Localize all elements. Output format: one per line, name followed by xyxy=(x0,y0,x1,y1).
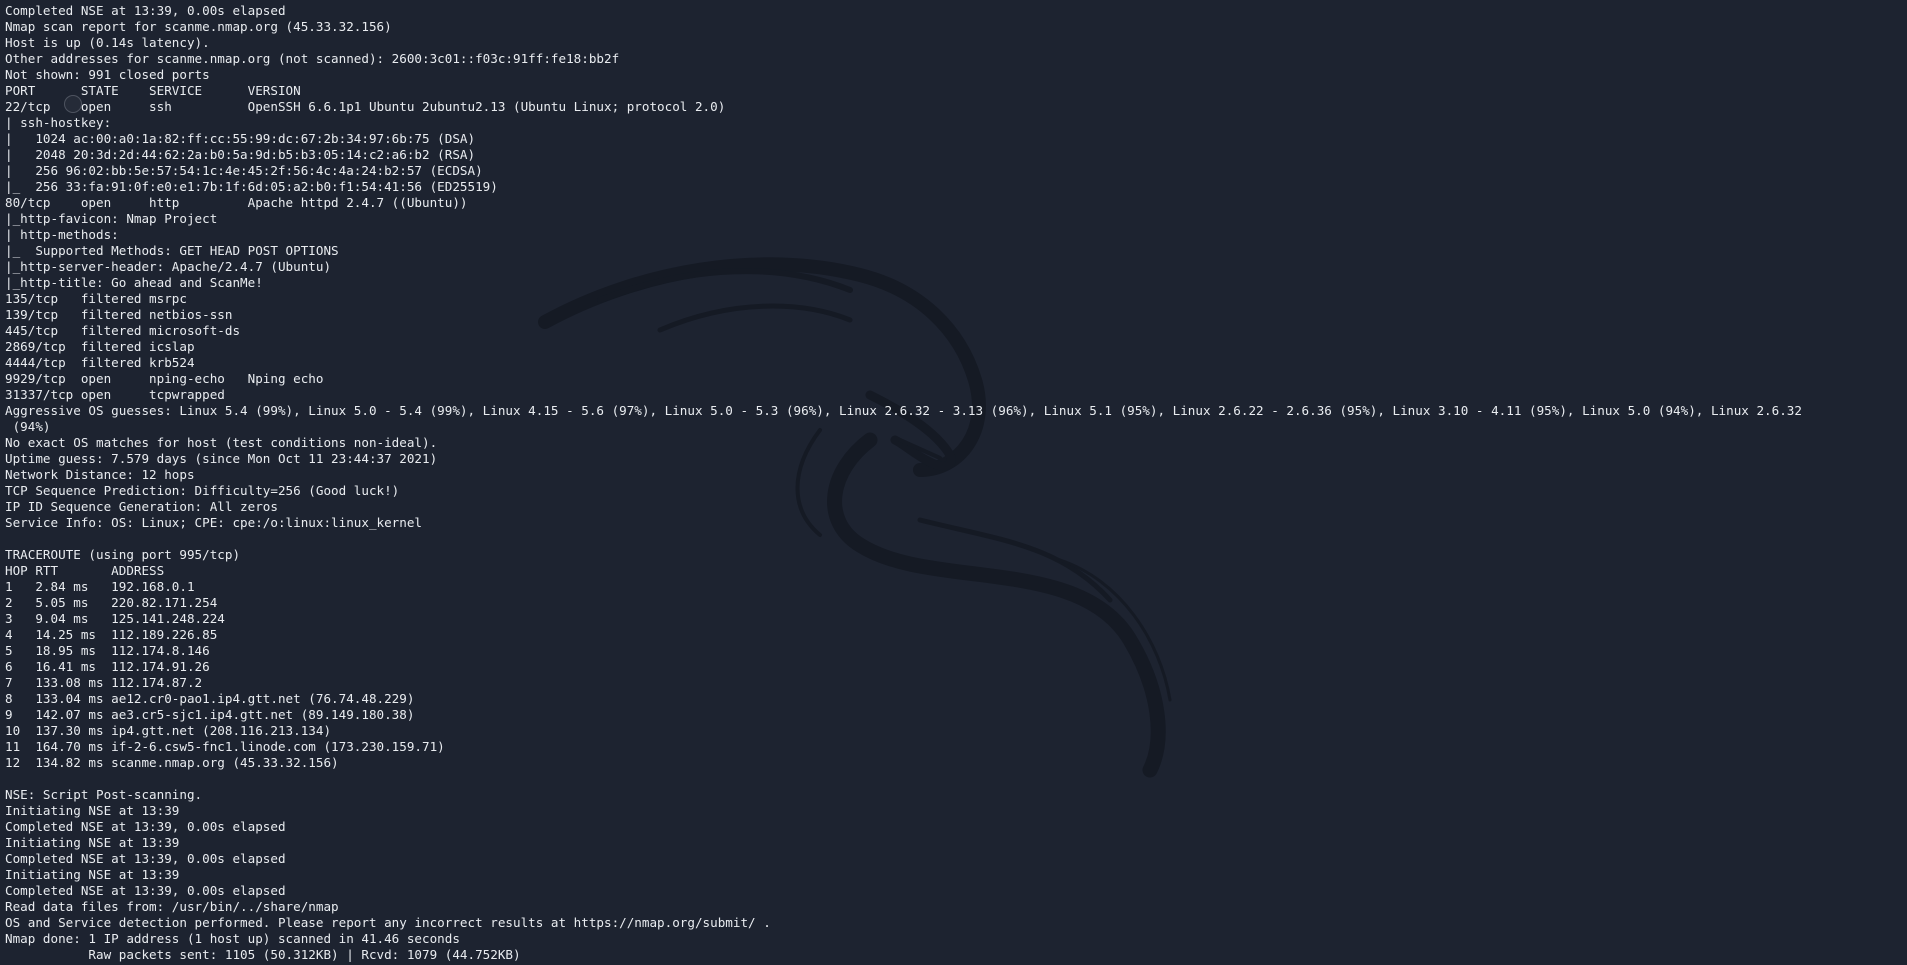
terminal-output[interactable]: Completed NSE at 13:39, 0.00s elapsed Nm… xyxy=(0,0,1907,965)
mouse-cursor-icon xyxy=(64,95,82,113)
terminal-line: 2869/tcp filtered icslap xyxy=(5,339,195,354)
terminal-line: 4444/tcp filtered krb524 xyxy=(5,355,195,370)
terminal-line: Other addresses for scanme.nmap.org (not… xyxy=(5,51,620,66)
terminal-line: No exact OS matches for host (test condi… xyxy=(5,435,438,450)
terminal-line: Host is up (0.14s latency). xyxy=(5,35,210,50)
terminal-line: NSE: Script Post-scanning. xyxy=(5,787,203,802)
terminal-line: |_ Supported Methods: GET HEAD POST OPTI… xyxy=(5,243,339,258)
terminal-line: HOP RTT ADDRESS xyxy=(5,563,165,578)
terminal-line: Completed NSE at 13:39, 0.00s elapsed xyxy=(5,883,286,898)
terminal-line: Raw packets sent: 1105 (50.312KB) | Rcvd… xyxy=(5,947,521,962)
terminal-line: | 1024 ac:00:a0:1a:82:ff:cc:55:99:dc:67:… xyxy=(5,131,476,146)
terminal-line: 135/tcp filtered msrpc xyxy=(5,291,187,306)
terminal-line: |_http-server-header: Apache/2.4.7 (Ubun… xyxy=(5,259,332,274)
terminal-line: 7 133.08 ms 112.174.87.2 xyxy=(5,675,203,690)
terminal-line: (94%) xyxy=(5,419,51,434)
terminal-line: 445/tcp filtered microsoft-ds xyxy=(5,323,241,338)
terminal-line: Initiating NSE at 13:39 xyxy=(5,867,180,882)
terminal-line: | 2048 20:3d:2d:44:62:2a:b0:5a:9d:b5:b3:… xyxy=(5,147,476,162)
terminal-line: 80/tcp open http Apache httpd 2.4.7 ((Ub… xyxy=(5,195,468,210)
terminal-line: Nmap done: 1 IP address (1 host up) scan… xyxy=(5,931,460,946)
terminal-line: 2 5.05 ms 220.82.171.254 xyxy=(5,595,218,610)
terminal-line: |_http-title: Go ahead and ScanMe! xyxy=(5,275,263,290)
terminal-line: 31337/tcp open tcpwrapped xyxy=(5,387,225,402)
terminal-line: | 256 96:02:bb:5e:57:54:1c:4e:45:2f:56:4… xyxy=(5,163,483,178)
terminal-line: Initiating NSE at 13:39 xyxy=(5,803,180,818)
terminal-line: 5 18.95 ms 112.174.8.146 xyxy=(5,643,210,658)
terminal-line: Not shown: 991 closed ports xyxy=(5,67,210,82)
terminal-line: 139/tcp filtered netbios-ssn xyxy=(5,307,233,322)
terminal-line: | http-methods: xyxy=(5,227,119,242)
terminal-line: 3 9.04 ms 125.141.248.224 xyxy=(5,611,225,626)
terminal-line: IP ID Sequence Generation: All zeros xyxy=(5,499,278,514)
terminal-line: TRACEROUTE (using port 995/tcp) xyxy=(5,547,241,562)
terminal-line: 9929/tcp open nping-echo Nping echo xyxy=(5,371,324,386)
terminal-line: Completed NSE at 13:39, 0.00s elapsed xyxy=(5,3,286,18)
terminal-line: 9 142.07 ms ae3.cr5-sjc1.ip4.gtt.net (89… xyxy=(5,707,415,722)
terminal-line: 11 164.70 ms if-2-6.csw5-fnc1.linode.com… xyxy=(5,739,445,754)
terminal-line: TCP Sequence Prediction: Difficulty=256 … xyxy=(5,483,400,498)
terminal-line: 6 16.41 ms 112.174.91.26 xyxy=(5,659,210,674)
terminal-line: 22/tcp open ssh OpenSSH 6.6.1p1 Ubuntu 2… xyxy=(5,99,726,114)
terminal-line: 4 14.25 ms 112.189.226.85 xyxy=(5,627,218,642)
terminal-line: PORT STATE SERVICE VERSION xyxy=(5,83,301,98)
terminal-line: Service Info: OS: Linux; CPE: cpe:/o:lin… xyxy=(5,515,423,530)
terminal-line: |_ 256 33:fa:91:0f:e0:e1:7b:1f:6d:05:a2:… xyxy=(5,179,498,194)
terminal-line: Aggressive OS guesses: Linux 5.4 (99%), … xyxy=(5,403,1802,418)
terminal-line: 8 133.04 ms ae12.cr0-pao1.ip4.gtt.net (7… xyxy=(5,691,415,706)
terminal-line: Completed NSE at 13:39, 0.00s elapsed xyxy=(5,851,286,866)
terminal-line: 10 137.30 ms ip4.gtt.net (208.116.213.13… xyxy=(5,723,332,738)
terminal-line: Nmap scan report for scanme.nmap.org (45… xyxy=(5,19,392,34)
terminal-line: 1 2.84 ms 192.168.0.1 xyxy=(5,579,195,594)
terminal-line: | ssh-hostkey: xyxy=(5,115,112,130)
terminal-line: Initiating NSE at 13:39 xyxy=(5,835,180,850)
terminal-line: Completed NSE at 13:39, 0.00s elapsed xyxy=(5,819,286,834)
terminal-line: Uptime guess: 7.579 days (since Mon Oct … xyxy=(5,451,438,466)
terminal-line: OS and Service detection performed. Plea… xyxy=(5,915,771,930)
terminal-line: |_http-favicon: Nmap Project xyxy=(5,211,218,226)
terminal-line: Network Distance: 12 hops xyxy=(5,467,195,482)
terminal-line: Read data files from: /usr/bin/../share/… xyxy=(5,899,339,914)
terminal-line: 12 134.82 ms scanme.nmap.org (45.33.32.1… xyxy=(5,755,339,770)
